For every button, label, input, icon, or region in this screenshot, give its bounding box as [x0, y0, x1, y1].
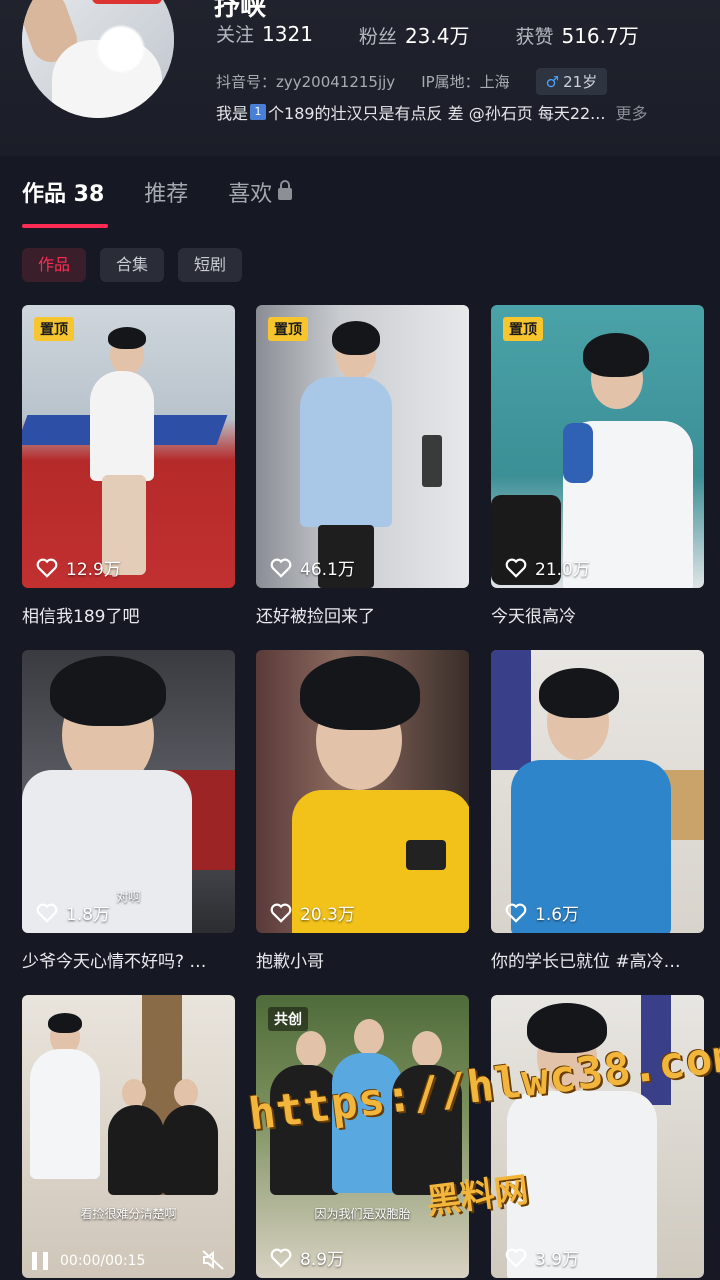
chip-short-dramas[interactable]: 短剧 [178, 248, 243, 282]
tab-likes[interactable]: 喜欢 [228, 176, 293, 208]
like-count-text: 20.3万 [300, 905, 355, 925]
like-count-text: 46.1万 [300, 560, 355, 580]
heart-icon [505, 1248, 527, 1268]
playback-time: 00:00/00:15 [60, 1253, 146, 1269]
video-caption: 今天很高冷 [491, 607, 576, 627]
like-count: 3.9万 [505, 1245, 579, 1270]
like-count: 21.0万 [505, 555, 590, 580]
video-card[interactable]: 20.3万 抱歉小哥 [256, 650, 469, 972]
like-count: 20.3万 [270, 900, 355, 925]
video-card[interactable]: 看捡很难分清楚啊 00:00/00:15 [22, 995, 235, 1278]
avatar[interactable] [22, 0, 174, 118]
tab-label: 作品 38 [22, 182, 105, 207]
heart-icon [36, 558, 58, 578]
video-thumbnail[interactable]: 置顶 21.0万 [491, 305, 704, 588]
like-count-text: 1.8万 [66, 905, 111, 925]
like-count: 1.8万 [36, 900, 110, 925]
bio-prefix: 我是 [216, 104, 249, 123]
tab-label: 推荐 [144, 182, 189, 207]
pinned-badge: 置顶 [503, 317, 543, 341]
video-thumbnail[interactable]: 1.6万 [491, 650, 704, 933]
pinned-badge: 置顶 [34, 317, 74, 341]
male-icon: ♂ [545, 72, 560, 91]
stat-label: 关注 [216, 24, 255, 46]
like-count: 8.9万 [270, 1245, 344, 1270]
video-card[interactable]: 置顶 21.0万 今天很高冷 [491, 305, 704, 627]
video-caption: 相信我189了吧 [22, 607, 140, 627]
douyin-id: 抖音号：zyy20041215jjy [216, 73, 396, 91]
like-count-text: 8.9万 [300, 1250, 345, 1270]
video-caption: 还好被捡回来了 [256, 607, 375, 627]
lock-icon [278, 180, 293, 200]
video-thumbnail[interactable]: 看捡很难分清楚啊 00:00/00:15 [22, 995, 235, 1278]
video-player-controls: 00:00/00:15 [32, 1250, 225, 1270]
video-thumbnail[interactable]: 共创 因为我们是双胞胎 8.9万 [256, 995, 469, 1278]
ip-location: IP属地：上海 [421, 73, 510, 91]
video-thumbnail[interactable]: 置顶 46.1万 [256, 305, 469, 588]
filter-chips: 作品 合集 短剧 [22, 248, 256, 282]
heart-icon [36, 903, 58, 923]
stat-label: 粉丝 [358, 26, 397, 48]
like-count: 12.9万 [36, 555, 121, 580]
stat-value: 1321 [262, 22, 313, 46]
tab-label: 喜欢 [228, 182, 273, 207]
profile-header: 抒峡 关注 1321 粉丝 23.4万 获赞 516.7万 抖音号：zyy200… [0, 0, 720, 156]
video-caption: 少爷今天心情不好吗? … [22, 952, 207, 972]
like-count-text: 12.9万 [66, 560, 121, 580]
heart-icon [505, 558, 527, 578]
co-creation-badge: 共创 [268, 1007, 308, 1031]
bio-number-emoji: 1 [250, 104, 267, 120]
like-count-text: 3.9万 [535, 1250, 580, 1270]
stat-value: 516.7万 [561, 24, 639, 48]
stat-value: 23.4万 [404, 24, 470, 48]
stat-likes[interactable]: 获赞 516.7万 [515, 20, 638, 49]
profile-meta: 抖音号：zyy20041215jjy IP属地：上海 ♂ 21岁 [216, 68, 608, 95]
tab-recommend[interactable]: 推荐 [144, 176, 188, 208]
profile-bio[interactable]: 我是 1 个189的壮汉只是有点反 差 @孙石页 每天22... 更多 [216, 100, 647, 124]
chip-works[interactable]: 作品 [22, 248, 87, 282]
video-caption: 抱歉小哥 [256, 952, 324, 972]
like-count-text: 1.6万 [535, 905, 580, 925]
stat-label: 获赞 [515, 26, 554, 48]
heart-icon [270, 903, 292, 923]
video-thumbnail[interactable]: 20.3万 [256, 650, 469, 933]
profile-stats: 关注 1321 粉丝 23.4万 获赞 516.7万 [216, 20, 685, 49]
pause-icon[interactable] [32, 1252, 48, 1270]
tab-works[interactable]: 作品 38 [22, 176, 104, 208]
like-count: 46.1万 [270, 555, 355, 580]
mute-icon[interactable] [201, 1250, 225, 1270]
video-thumbnail[interactable]: 置顶 12.9万 [22, 305, 235, 588]
gender-age-badge: ♂ 21岁 [535, 68, 608, 95]
video-thumbnail[interactable]: 对啊 1.8万 [22, 650, 235, 933]
like-count: 1.6万 [505, 900, 579, 925]
bio-text: 个189的壮汉只是有点反 差 @孙石页 每天22... [268, 104, 606, 123]
video-overlay-text: 看捡很难分清楚啊 [80, 1207, 177, 1221]
age-text: 21岁 [563, 73, 598, 91]
profile-tabs: 作品 38 推荐 喜欢 [22, 176, 332, 208]
chip-collections[interactable]: 合集 [100, 248, 165, 282]
video-card[interactable]: 1.6万 你的学长已就位 #高冷… [491, 650, 704, 972]
like-count-text: 21.0万 [535, 560, 590, 580]
pinned-badge: 置顶 [268, 317, 308, 341]
heart-icon [270, 1248, 292, 1268]
video-card[interactable]: 共创 因为我们是双胞胎 8.9万 [256, 995, 469, 1278]
stat-following[interactable]: 关注 1321 [216, 20, 313, 49]
video-card[interactable]: 置顶 12.9万 相信我189了吧 [22, 305, 235, 627]
heart-icon [270, 558, 292, 578]
video-caption: 你的学长已就位 #高冷… [491, 952, 681, 972]
tab-indicator [22, 224, 108, 228]
video-card[interactable]: 置顶 46.1万 还好被捡回来了 [256, 305, 469, 627]
bio-more-link[interactable]: 更多 [615, 100, 647, 124]
video-card[interactable]: 对啊 1.8万 少爷今天心情不好吗? … [22, 650, 235, 972]
stat-followers[interactable]: 粉丝 23.4万 [359, 20, 470, 49]
heart-icon [505, 903, 527, 923]
